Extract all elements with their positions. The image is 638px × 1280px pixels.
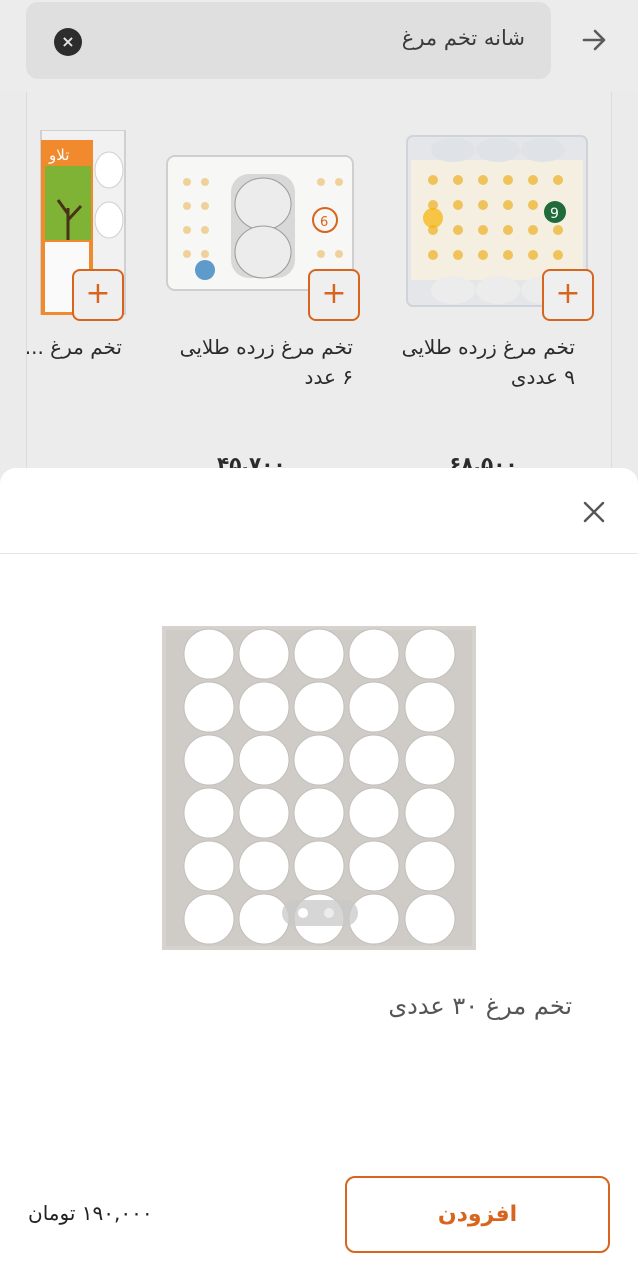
svg-text:تلاو: تلاو	[48, 146, 69, 164]
svg-text:9: 9	[550, 206, 559, 222]
product-list: 9 + تخم مرغ زرده طلایی ۹ عددی ۶۸,۵۰۰ 6 +…	[26, 92, 612, 472]
product-detail-sheet: تخم مرغ ۳۰ عددی ۱۹۰,۰۰۰ تومان افزودن	[0, 468, 638, 1280]
search-query[interactable]: شانه تخم مرغ	[402, 26, 525, 50]
product-price: ۱۹۰,۰۰۰ تومان	[28, 1201, 153, 1225]
carousel-dot[interactable]	[298, 908, 308, 918]
close-icon[interactable]	[581, 499, 607, 525]
carousel-indicator	[282, 900, 358, 926]
product-title: تخم مرغ ... عددی	[26, 335, 122, 359]
add-button[interactable]: افزودن	[345, 1176, 610, 1253]
add-to-cart-button[interactable]: +	[308, 269, 360, 321]
add-to-cart-button[interactable]: +	[542, 269, 594, 321]
product-title: تخم مرغ زرده طلایی ۶ عدد	[179, 335, 353, 389]
search-header: شانه تخم مرغ ×	[0, 0, 638, 92]
sheet-header	[0, 468, 638, 554]
arrow-right-icon[interactable]	[576, 22, 612, 58]
product-title: تخم مرغ زرده طلایی ۹ عددی	[401, 335, 575, 389]
product-card[interactable]: 9 + تخم مرغ زرده طلایی ۹ عددی ۶۸,۵۰۰	[401, 92, 601, 472]
clear-search-icon[interactable]: ×	[54, 28, 82, 56]
carousel-dot[interactable]	[324, 908, 334, 918]
svg-text:6: 6	[320, 215, 328, 230]
product-name: تخم مرغ ۳۰ عددی	[388, 992, 572, 1020]
search-input[interactable]: شانه تخم مرغ ×	[26, 2, 551, 79]
product-card[interactable]: 6 + تخم مرغ زرده طلایی ۶ عدد ۴۵,۷۰۰	[165, 92, 365, 472]
add-to-cart-button[interactable]: +	[72, 269, 124, 321]
product-card[interactable]: تلاو + تخم مرغ ... عددی	[26, 92, 127, 472]
